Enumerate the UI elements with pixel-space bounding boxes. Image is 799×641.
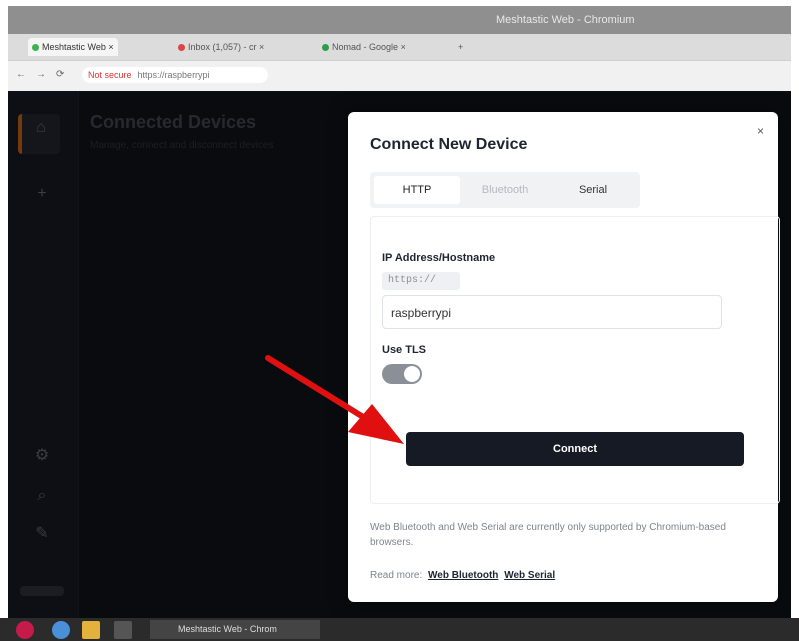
hostname-input[interactable]: raspberrypi: [382, 295, 722, 329]
raspberry-menu-icon[interactable]: [16, 621, 34, 639]
read-more: Read more: Web Bluetooth Web Serial: [370, 570, 555, 581]
folder-icon[interactable]: [82, 621, 100, 639]
tab-meshtastic[interactable]: Meshtastic Web ×: [28, 38, 118, 56]
new-tab-button[interactable]: +: [454, 38, 467, 56]
tab-serial[interactable]: Serial: [550, 176, 636, 204]
ip-address-label: IP Address/Hostname: [382, 252, 496, 264]
window-title: Meshtastic Web - Chromium: [496, 14, 635, 26]
forward-icon[interactable]: →: [36, 69, 46, 80]
drive-icon: [322, 44, 329, 52]
tab-bluetooth[interactable]: Bluetooth: [462, 176, 548, 204]
connect-device-dialog: × Connect New Device HTTP Bluetooth Seri…: [348, 112, 780, 602]
close-tab-icon[interactable]: ×: [108, 42, 113, 52]
web-serial-link[interactable]: Web Serial: [504, 570, 555, 581]
tls-label: Use TLS: [382, 344, 427, 356]
tab-label: Nomad - Google: [332, 42, 399, 52]
connect-button[interactable]: Connect: [406, 432, 744, 466]
toggle-knob: [404, 366, 420, 382]
taskbar: Meshtastic Web - Chrom: [0, 618, 799, 641]
title-bar: Meshtastic Web - Chromium: [8, 6, 791, 34]
close-tab-icon[interactable]: ×: [401, 42, 406, 52]
url-text: https://raspberrypi: [137, 70, 210, 80]
taskbar-task-chromium[interactable]: Meshtastic Web - Chrom: [150, 620, 320, 639]
tab-inbox[interactable]: Inbox (1,057) - cr ×: [174, 38, 268, 56]
terminal-icon[interactable]: [114, 621, 132, 639]
dialog-title: Connect New Device: [370, 136, 528, 153]
address-bar-row: ← → ⟳ Not secure https://raspberrypi: [8, 61, 791, 91]
connection-tabs: HTTP Bluetooth Serial: [370, 172, 640, 208]
protocol-prefix: https://: [382, 272, 460, 290]
tab-label: Meshtastic Web: [42, 42, 106, 52]
back-icon[interactable]: ←: [16, 69, 26, 80]
security-indicator[interactable]: Not secure: [88, 70, 132, 80]
tab-http[interactable]: HTTP: [374, 176, 460, 204]
close-tab-icon[interactable]: ×: [259, 42, 264, 52]
browser-window: Meshtastic Web - Chromium Meshtastic Web…: [8, 6, 791, 618]
task-label: Meshtastic Web - Chrom: [178, 624, 277, 634]
tls-toggle[interactable]: [382, 364, 422, 384]
tab-label: Inbox (1,057) - cr: [188, 42, 257, 52]
browser-launcher-icon[interactable]: [52, 621, 70, 639]
browser-support-note: Web Bluetooth and Web Serial are current…: [370, 522, 726, 548]
web-bluetooth-link[interactable]: Web Bluetooth: [428, 570, 498, 581]
gmail-icon: [178, 44, 185, 52]
reload-icon[interactable]: ⟳: [56, 69, 64, 80]
tab-strip: Meshtastic Web × Inbox (1,057) - cr × No…: [8, 34, 791, 61]
close-icon[interactable]: ×: [757, 124, 764, 138]
tab-nomad[interactable]: Nomad - Google ×: [318, 38, 410, 56]
meshtastic-icon: [32, 44, 39, 52]
read-more-label: Read more:: [370, 570, 423, 581]
address-input[interactable]: Not secure https://raspberrypi: [82, 67, 268, 83]
app-area: ⌂ + ⚙ ⌕ ✎ Connected Devices Manage, conn…: [8, 92, 791, 618]
